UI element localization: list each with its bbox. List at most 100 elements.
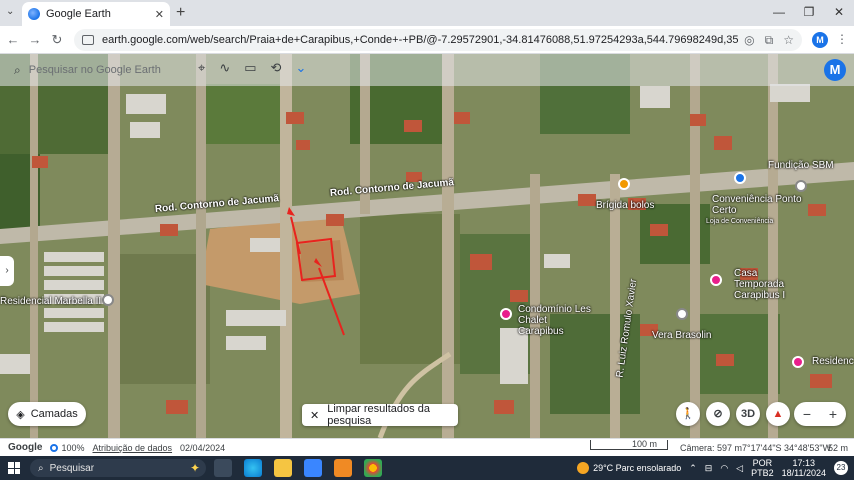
satellite-imagery [0,54,854,438]
cursor-coordinates: 7°17'44"S 34°48'53"W [742,442,832,453]
zoom-in-button[interactable]: + [829,406,837,422]
weather-widget[interactable]: 29°C Parc ensolarado [577,462,681,474]
browser-menu-icon[interactable]: ⋮ [836,32,848,46]
poi-label-conveniencia[interactable]: Conveniência Ponto Certo [712,194,802,216]
taskbar-search[interactable]: ⌕ Pesquisar ✦ [30,459,206,477]
keyboard-layout: PTB2 [751,468,774,478]
tracking-off-icon[interactable]: ◎ [744,33,754,48]
poi-label-residencial-marbella[interactable]: Residencial Marbella II [0,296,101,307]
chrome-icon[interactable] [364,459,382,477]
reload-icon[interactable]: ↻ [48,31,66,49]
forward-arrow-icon[interactable]: → [26,31,44,49]
poi-label-brigida[interactable]: Brígida bolos [596,200,654,211]
browser-profile-avatar[interactable]: M [812,32,828,48]
location-off-icon[interactable]: ⊘ [706,402,730,426]
place-pin-icon[interactable]: ⌖ [198,60,205,76]
layers-icon: ◈ [16,408,25,421]
scale-bar[interactable]: 100 m [590,440,668,450]
search-icon: ⌕ [38,462,44,474]
search-icon: ⌕ [14,62,21,77]
window-controls: — ❐ ✕ [764,0,854,26]
site-info-icon[interactable] [82,35,94,45]
history-icon[interactable]: ⟲ [271,60,282,76]
poi-label-casa-temporada[interactable]: Casa Temporada Carapibus I [734,268,808,301]
browser-toolbar: ← → ↻ earth.google.com/web/search/Praia+… [0,26,854,54]
earth-status-bar: Google 100% Atribuição de dados 02/04/20… [0,438,854,456]
language-code: POR [752,458,773,468]
load-percent: 100% [61,442,85,453]
expand-panel-arrow-icon[interactable]: › [0,256,14,286]
poi-marker-conveniencia[interactable] [734,172,746,184]
tab-search-icon[interactable]: ⌄ [6,6,14,17]
restore-button[interactable]: ❐ [794,0,824,26]
layers-label: Camadas [30,408,78,420]
clear-search-results-button[interactable]: ✕ Limpar resultados da pesquisa [302,403,458,427]
ground-elevation: 52 m [828,442,849,453]
install-app-icon[interactable]: ⧉ [765,33,774,48]
notification-badge[interactable]: 23 [834,461,848,475]
taskbar-apps [214,459,382,477]
task-view-icon[interactable] [214,459,232,477]
earth-search-box[interactable]: ⌕ Pesquisar no Google Earth [8,58,188,82]
loading-ring-icon [50,443,59,452]
taskbar-search-label: Pesquisar [49,462,95,474]
street-view-pegman-icon[interactable]: 🚶 [676,402,700,426]
poi-marker-condominio[interactable] [500,308,512,320]
earth-tools: ⌖ ∿ ▭ ⟲ ⌄ [198,60,306,76]
new-tab-button[interactable]: + [176,4,185,22]
measure-path-icon[interactable]: ∿ [219,60,230,76]
edge-icon[interactable] [244,459,262,477]
sun-icon [577,462,590,474]
camera-altitude: Câmera: 597 m [680,442,743,453]
layers-button[interactable]: ◈ Camadas [8,402,86,426]
wifi-icon[interactable]: ◠ [720,463,728,474]
chevron-up-icon[interactable]: ⌃ [689,463,697,474]
poi-marker-vera-brasolin[interactable] [676,308,688,320]
poi-marker-residencial-marbella[interactable] [102,294,114,306]
poi-label-vera-brasolin[interactable]: Vera Brasolin [652,330,711,341]
url-text[interactable]: earth.google.com/web/search/Praia+de+Car… [102,34,738,46]
ruler-icon[interactable]: ▭ [244,60,256,76]
volume-icon[interactable]: ◁ [736,463,743,474]
earth-account-avatar[interactable]: M [824,59,846,81]
poi-label-residencial-right[interactable]: Residenc [812,356,854,367]
poi-marker-residencial-right[interactable] [792,356,804,368]
language-indicator[interactable]: POR PTB2 [751,458,774,478]
earth-search-placeholder[interactable]: Pesquisar no Google Earth [29,64,161,76]
close-icon: ✕ [310,409,320,422]
close-window-button[interactable]: ✕ [824,0,854,26]
compass-icon[interactable]: ▲ [766,402,790,426]
zoom-out-button[interactable]: − [803,406,811,422]
poi-marker-casa-temporada[interactable] [710,274,722,286]
address-bar[interactable]: earth.google.com/web/search/Praia+de+Car… [74,29,802,51]
media-player-icon[interactable] [334,459,352,477]
file-explorer-icon[interactable] [274,459,292,477]
weather-text: 29°C Parc ensolarado [593,463,682,473]
chevron-down-icon[interactable]: ⌄ [295,60,306,76]
google-logo: Google [8,442,43,453]
zoom-controls: − + [794,402,846,426]
data-attribution-link[interactable]: Atribuição de dados [92,443,172,453]
earth-toolbar: ⌕ Pesquisar no Google Earth ⌖ ∿ ▭ ⟲ ⌄ [0,54,854,86]
poi-label-fundicao[interactable]: Fundição SBM [768,160,834,171]
earth-map-view[interactable]: Rod. Contorno de Jacumã Rod. Contorno de… [0,54,854,438]
minimize-button[interactable]: — [764,0,794,26]
windows-start-icon[interactable] [8,462,20,474]
clock-date: 18/11/2024 [781,468,826,478]
network-icon[interactable]: ⊟ [705,463,713,474]
tab-google-earth[interactable]: Google Earth ✕ [22,2,170,26]
poi-marker-fundicao[interactable] [795,180,807,192]
browser-tab-strip: ⌄ Google Earth ✕ + — ❐ ✕ [0,0,854,26]
view-3d-button[interactable]: 3D [736,402,760,426]
store-icon[interactable] [304,459,322,477]
system-tray: 29°C Parc ensolarado ⌃ ⊟ ◠ ◁ POR PTB2 17… [577,456,854,480]
back-arrow-icon[interactable]: ← [4,31,22,49]
tab-close-icon[interactable]: ✕ [155,8,164,21]
bookmark-star-icon[interactable]: ☆ [783,33,794,48]
clock[interactable]: 17:13 18/11/2024 [782,458,826,478]
clock-time: 17:13 [792,458,816,468]
windows-taskbar: ⌕ Pesquisar ✦ 29°C Parc ensolarado ⌃ ⊟ ◠… [0,456,854,480]
poi-label-condominio[interactable]: Condomínio Les Chalet Carapibus [518,304,592,337]
poi-marker-brigida[interactable] [618,178,630,190]
sparkle-icon: ✦ [189,461,200,475]
